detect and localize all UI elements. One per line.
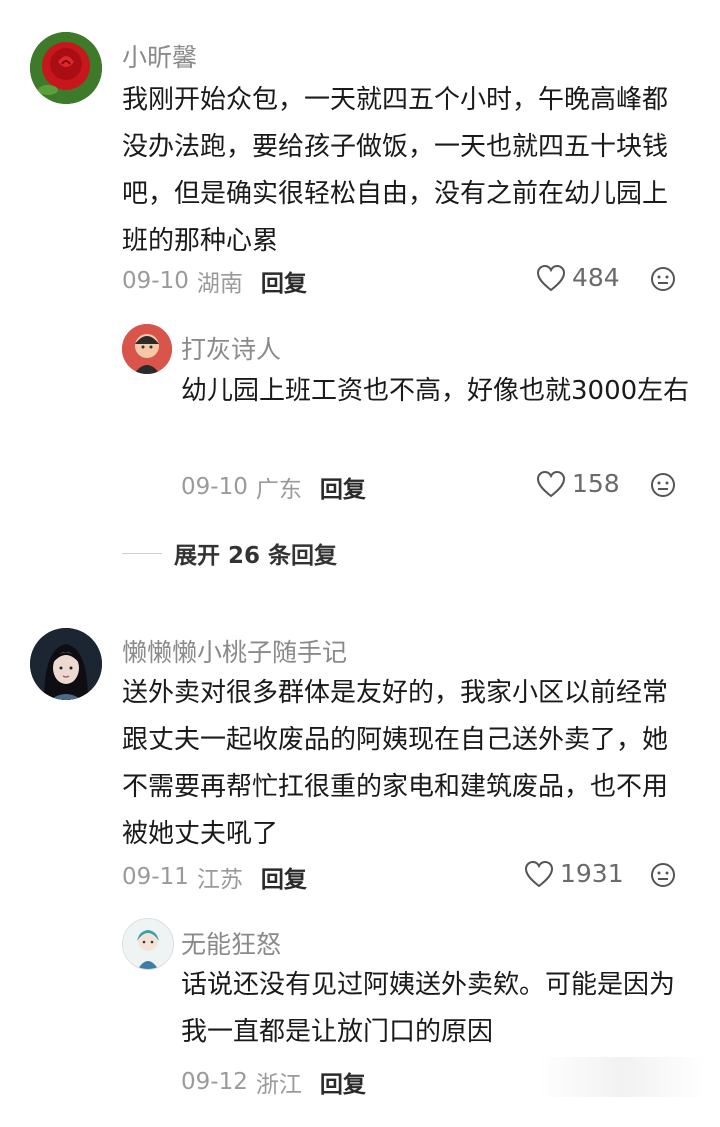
heart-icon [536,264,566,291]
comment-location: 湖南 [196,271,243,297]
comment-text: 送外卖对很多群体是友好的，我家小区以前经常跟丈夫一起收废品的阿姨现在自己送外卖了… [122,678,669,849]
reply-button[interactable]: 回复 [261,860,307,894]
anime-avatar[interactable] [122,918,174,970]
reply-date: 09-10 [181,474,248,500]
emoji-icon[interactable] [650,266,676,296]
comment-location: 江苏 [196,867,243,893]
cartoon-avatar[interactable] [122,324,172,374]
reply-text: 话说还没有见过阿姨送外卖欸。可能是因为我一直都是让放门口的原因 [181,970,676,1047]
watermark-overlay [538,1057,708,1097]
reply-meta: 09-10 广东 回复 [181,470,366,504]
reply-location: 浙江 [255,1072,302,1098]
comment-username[interactable]: 小昕馨 [122,38,197,74]
expand-divider [122,552,162,554]
expand-label: 展开 26 条回复 [174,543,338,569]
reply-button[interactable]: 回复 [261,264,307,298]
like-button[interactable]: 1931 [524,859,624,888]
reply-username[interactable]: 无能狂怒 [181,925,281,961]
reply-username[interactable]: 打灰诗人 [181,330,281,366]
emoji-icon[interactable] [650,862,676,892]
heart-icon [524,860,554,887]
like-count: 158 [572,469,620,498]
like-count: 484 [572,263,620,292]
comment-text: 我刚开始众包，一天就四五个小时，午晚高峰都没办法跑，要给孩子做饭，一天也就四五十… [122,85,669,256]
expand-replies-button[interactable]: 展开 26 条回复 [122,536,337,570]
reply-button[interactable]: 回复 [320,1065,366,1099]
emoji-icon[interactable] [650,472,676,502]
like-button[interactable]: 484 [536,263,620,292]
reply-button[interactable]: 回复 [320,470,366,504]
like-count: 1931 [560,859,624,888]
comment-date: 09-10 [122,268,189,294]
portrait-avatar[interactable] [30,628,102,700]
comment-meta: 09-11 江苏 回复 [122,860,307,894]
reply-text: 幼儿园上班工资也不高，好像也就3000左右 [181,376,690,406]
comment-meta: 09-10 湖南 回复 [122,264,307,298]
comment-date: 09-11 [122,864,189,890]
reply-meta: 09-12 浙江 回复 [181,1065,366,1099]
heart-icon [536,470,566,497]
reply-location: 广东 [255,477,302,503]
comment-username[interactable]: 懒懒懒小桃子随手记 [122,633,347,669]
rose-avatar[interactable] [30,32,102,104]
reply-date: 09-12 [181,1069,248,1095]
like-button[interactable]: 158 [536,469,620,498]
